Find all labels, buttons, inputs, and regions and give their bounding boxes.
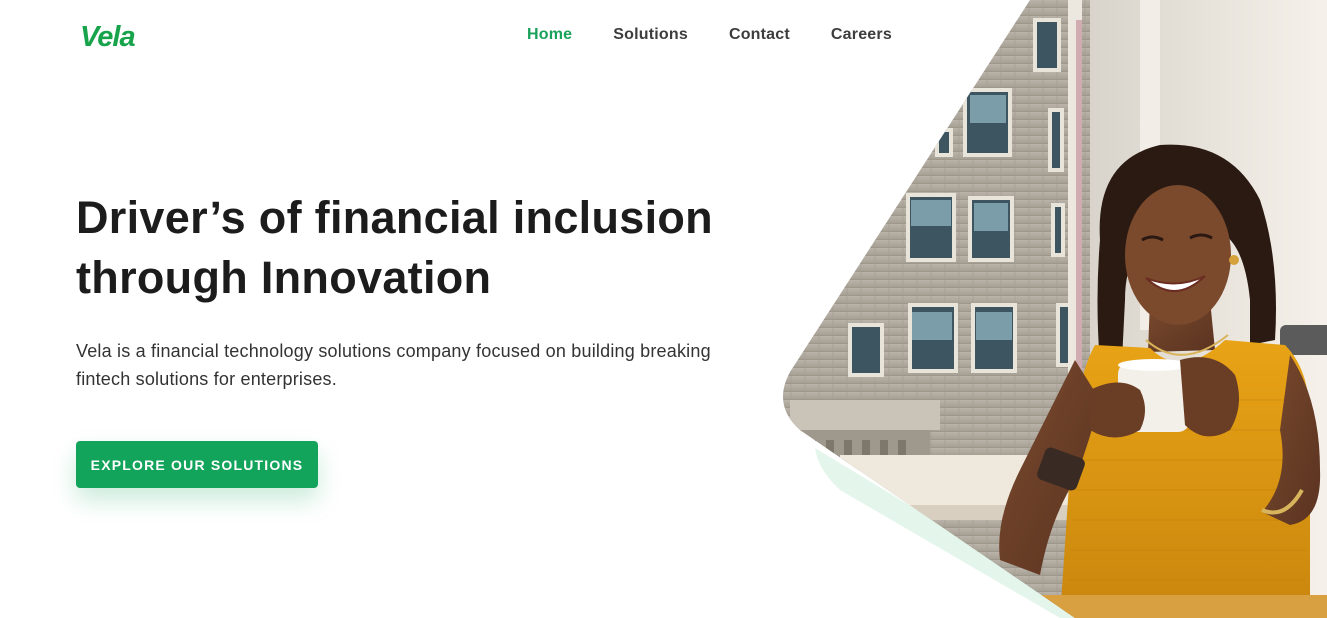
nav-item-home[interactable]: Home — [527, 24, 572, 46]
nav-item-contact[interactable]: Contact — [729, 24, 790, 46]
main-nav: Home Solutions Contact Careers — [527, 24, 933, 46]
hero-description: Vela is a financial technology solutions… — [76, 337, 756, 393]
hero-description-line-1: Vela is a financial technology solutions… — [76, 341, 711, 361]
hero-title: Driver’s of financial inclusion through … — [76, 188, 796, 308]
hero-title-line-2: through Innovation — [76, 252, 492, 303]
landing-page: Vela Home Solutions Contact Careers Driv… — [0, 0, 1327, 618]
hero-photo — [0, 0, 1327, 618]
nav-item-solutions[interactable]: Solutions — [613, 24, 688, 46]
vela-logo[interactable]: Vela — [80, 20, 136, 54]
nav-item-careers[interactable]: Careers — [831, 24, 892, 46]
hero-description-line-2: fintech solutions for enterprises. — [76, 369, 337, 389]
hero-title-line-1: Driver’s of financial inclusion — [76, 192, 713, 243]
explore-solutions-button[interactable]: EXPLORE OUR SOLUTIONS — [76, 441, 318, 488]
logo-wordmark: Vela — [80, 20, 136, 53]
